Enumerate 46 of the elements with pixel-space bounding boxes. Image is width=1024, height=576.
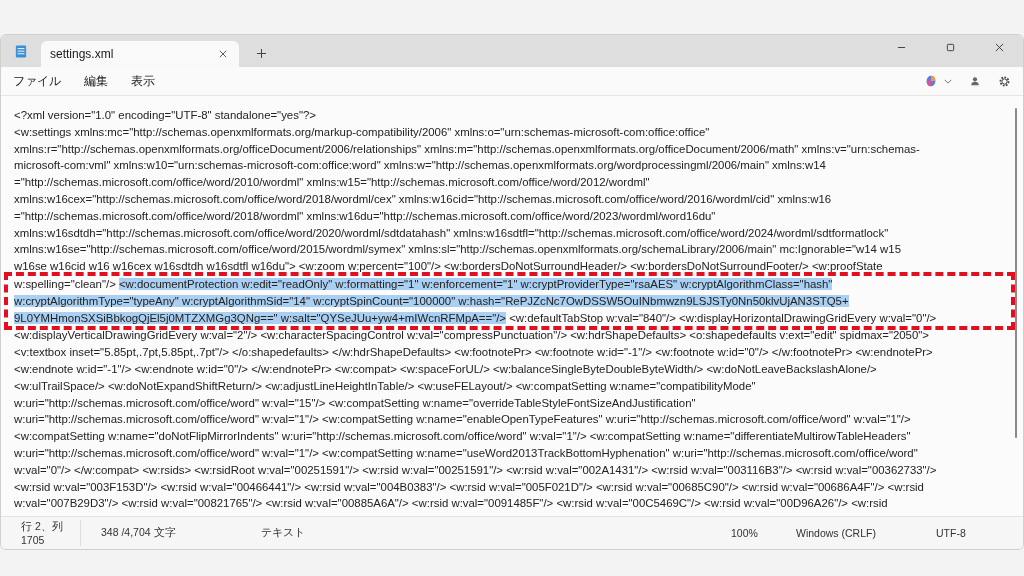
code-text: <w:displayVerticalDrawingGridEvery w:val="2"/> <w:characterSpacingControl w:val="compressPunctuation"/> <w:hdrShapeDefaults> <o:shapedefaults v:ext="edit" spidmax="2050"> <box>14 329 929 342</box>
copilot-icon[interactable] <box>924 74 938 88</box>
notepad-app-icon <box>15 44 27 59</box>
code-text: w16se w16cid w16 w16cex w16sdtdh w16sdtfl w16du"> <w:zoom w:percent="100"/> <w:bordersDoNotSurroundHeader/> <w:bordersDoNotSurroundFooter/> <w:proofState <box>14 260 883 273</box>
menu-item[interactable]: 表示 <box>131 72 155 90</box>
code-text: ="http://schemas.microsoft.com/office/word/2010/wordml" xmlns:w15="http://schemas.microsoft.com/office/word/2012/wordml" <box>14 176 650 189</box>
chevron-down-icon[interactable] <box>944 78 952 84</box>
code-text: xmlns:w16sdtdh="http://schemas.microsoft.com/office/word/2020/wordml/sdtdatahash" xmlns:w16sdtfl="http://schemas.microsoft.com/office/word/2024/wordml/sdtformatlock" <box>14 226 889 239</box>
close-window-icon[interactable] <box>995 43 1004 52</box>
code-text: w:cryptAlgorithmType="typeAny" w:cryptAlgorithmSid="14" w:cryptSpinCount="100000" w:hash="RePJZcNc7OwDSSW5OuINbmwzn9LSJSTy0Nn50klvUjAN3STQ5+ <box>14 294 849 307</box>
menu-item[interactable]: 編集 <box>84 72 108 90</box>
code-text: microsoft-com:vml" xmlns:w10="urn:schemas-microsoft-com:office:word" xmlns:w="http://schemas.openxmlformats.org/wordprocessingml/2006/main" xmlns:w14 <box>14 159 826 172</box>
encoding[interactable]: UTF-8 <box>926 527 1016 539</box>
close-icon[interactable] <box>219 50 227 58</box>
file-tab[interactable]: settings.xml <box>41 41 239 67</box>
cursor-position: 行 2、列 1705 <box>1 520 81 546</box>
code-text: w:uri="http://schemas.microsoft.com/office/word" w:val="15"/> <w:compatSetting w:name="overrideTableStyleFontSizeAndJustification" <box>14 396 696 409</box>
scrollbar[interactable] <box>1015 108 1017 438</box>
settings-icon[interactable] <box>998 74 1011 88</box>
code-text: <w:ulTrailSpace/> <w:doNotExpandShiftReturn/> <w:adjustLineHeightInTable/> <w:useFELayout/> <w:compatSetting w:name="compatibilityMode" <box>14 379 756 392</box>
file-format: テキスト <box>261 526 306 540</box>
code-text: <w:settings xmlns:mc="http://schemas.openxmlformats.org/markup-compatibility/2006" xmlns:o="urn:schemas-microsoft-com:office:office" <box>14 125 710 138</box>
code-text: xmlns:w16se="http://schemas.microsoft.com/office/word/2015/wordml/symex" xmlns:sl="http://schemas.openxmlformats.org/schemaLibrary/2006/main" mc:Ignorable="w14 w15 <box>14 243 901 256</box>
code-text: <v:textbox inset="5.85pt,.7pt,5.85pt,.7pt"/> </o:shapedefaults> </w:hdrShapeDefaults> <w:footnotePr> <w:footnote w:id="-1"/> <w:footnote w:id="0"/> </w:footnotePr> <w:endnotePr> <box>14 346 933 359</box>
code-text: w:uri="http://schemas.microsoft.com/office/word" w:val="1"/> <w:compatSetting w:name="enableOpenTypeFeatures" w:uri="http://schemas.microsoft.com/office/word" w:val="1"/> <box>14 413 911 426</box>
code-text: <?xml version="1.0" encoding="UTF-8" standalone="yes"?> <box>14 109 316 121</box>
code-text: xmlns:r="http://schemas.openxmlformats.org/officeDocument/2006/relationships" xmlns:m="http://schemas.openxmlformats.org/officeDocument/2006/math" xmlns:v="urn:schemas- <box>14 142 920 155</box>
code-text: <w:documentProtection w:edit="readOnly" w:formatting="1" w:enforcement="1" w:cryptProviderType="rsaAES" w:cryptAlgorithmClass="hash" <box>118 277 833 290</box>
code-text: ="http://schemas.microsoft.com/office/word/2018/wordml" xmlns:w16du="http://schemas.microsoft.com/office/word/2023/wordml/word16du" <box>14 209 716 222</box>
code-text: <w:endnote w:id="-1"/> <w:endnote w:id="0"/> </w:endnotePr> <w:compat> <w:spaceForUL/> <w:balanceSingleByteDoubleByteWidth/> <w:doNotLeaveBackslashAlone/> <box>14 362 877 375</box>
maximize-icon[interactable] <box>946 43 955 52</box>
code-text: w:uri="http://schemas.microsoft.com/office/word" w:val="1"/> <w:compatSetting w:name="useWord2013TrackBottomHyphenation" w:uri="http://schemas.microsoft.com/office/word" <box>14 446 918 459</box>
code-text: w:val="0"/> </w:compat> <w:rsids> <w:rsidRoot w:val="00251591"/> <w:rsid w:val="00251591"/> <w:rsid w:val="002A1431"/> <w:rsid w:val="003116B3"/> <w:rsid w:val="00362733"/> <box>14 463 937 476</box>
line-ending[interactable]: Windows (CRLF) <box>786 527 926 539</box>
character-count: 348 /4,704 文字 <box>100 526 177 540</box>
code-text: <w:compatSetting w:name="doNotFlipMirrorIndents" w:uri="http://schemas.microsoft.com/office/word" w:val="1"/> <w:compatSetting w:name="differentiateMultirowTableHeaders" <box>14 430 911 443</box>
code-text: <w:rsid w:val="003F153D"/> <w:rsid w:val="00466441"/> <w:rsid w:val="004B0383"/> <w:rsid w:val="005F021D"/> <w:rsid w:val="00685C90"/> <w:rsid w:val="00686A4F"/> <w:rsid <box>14 480 924 493</box>
code-text: <w:defaultTabStop w:val="840"/> <w:displayHorizontalDrawingGridEvery w:val="0"/> <box>508 311 937 324</box>
code-text: w:val="007B29D3"/> <w:rsid w:val="00821765"/> <w:rsid w:val="00885A6A"/> <w:rsid w:val="0091485F"/> <w:rsid w:val="00C5469C"/> <w:rsid w:val="00D96A26"/> <w:rsid <box>14 497 888 510</box>
zoom-level[interactable]: 100% <box>721 527 786 539</box>
new-tab-icon[interactable] <box>257 49 266 58</box>
code-text: xmlns:w16cex="http://schemas.microsoft.com/office/word/2018/wordml/cex" xmlns:w16cid="http://schemas.microsoft.com/office/word/2016/wordml/cid" xmlns:w16 <box>14 193 832 205</box>
code-text: w:spelling="clean"/> <box>14 277 117 290</box>
account-icon[interactable] <box>970 76 980 86</box>
code-text: 9L0YMHmonSXSiBbkogQjEl5j0MTZXMGg3QNg==" w:salt="QYSeJUu+yw4+mIWcnRFMpA=="/> <box>14 311 506 324</box>
menu-item[interactable]: ファイル <box>13 72 61 90</box>
